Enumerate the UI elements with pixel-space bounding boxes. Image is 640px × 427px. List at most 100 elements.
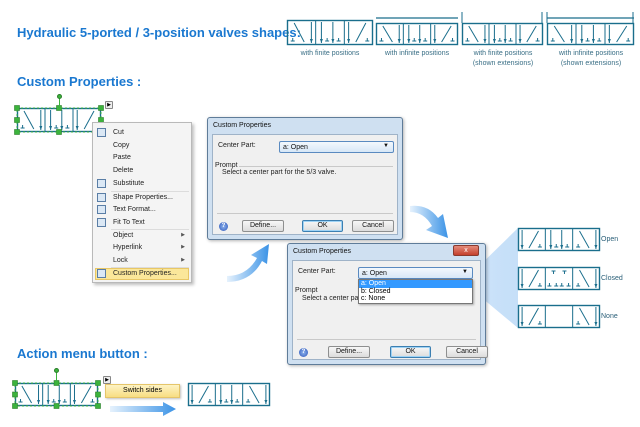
arrow-head <box>72 400 76 404</box>
flow-arrow <box>579 230 590 249</box>
valve-body <box>14 382 99 407</box>
chevron-down-icon: ▼ <box>462 269 468 275</box>
valve-body <box>187 382 271 407</box>
arrow-head <box>518 39 522 43</box>
define-button[interactable]: Define... <box>328 346 370 358</box>
rotation-handle[interactable] <box>54 368 59 373</box>
variant-closed-label: Closed <box>601 275 623 282</box>
flow-arrow <box>355 22 367 43</box>
arrow-head <box>570 39 574 43</box>
valve-infinite-extensions <box>546 12 635 46</box>
menu-item-paste[interactable]: Paste <box>113 154 131 161</box>
action-menu-button[interactable]: ▶ <box>103 376 111 384</box>
variant-open-label: Open <box>601 236 619 243</box>
flow-arrow <box>21 385 33 404</box>
arrow-head <box>580 39 584 43</box>
heading-custom-properties: Custom Properties : <box>17 74 142 89</box>
heading-valve-shapes: Hydraulic 5-ported / 3-position valves s… <box>17 25 301 40</box>
arrow-head <box>331 39 335 43</box>
text-format-icon <box>97 205 106 214</box>
help-icon[interactable]: ? <box>219 222 228 231</box>
arrow-head <box>520 284 524 288</box>
flow-arrow <box>80 385 92 404</box>
help-icon[interactable]: ? <box>299 348 308 357</box>
switch-sides-menu-item[interactable]: Switch sides <box>105 384 180 398</box>
scissors-icon <box>97 128 106 137</box>
menu-item-object[interactable]: Object <box>113 232 133 239</box>
arrow-head <box>347 39 351 43</box>
arrow-head <box>560 245 564 249</box>
arrow-head <box>264 400 268 404</box>
arrow-head <box>49 126 53 130</box>
caption-4: with infinite positions (shown extensions… <box>558 50 624 67</box>
arrow-head <box>607 39 611 43</box>
menu-item-text-format[interactable]: Text Format... <box>113 206 156 213</box>
valve-body <box>375 22 459 46</box>
menu-item-substitute[interactable]: Substitute <box>113 180 144 187</box>
caption-1: with finite positions <box>300 50 360 57</box>
center-part-label: Center Part: <box>298 268 336 275</box>
prompt-text: Select a center part f <box>302 295 367 302</box>
custom-properties-dialog: Custom Properties Center Part: a: Open ▼ … <box>207 117 403 240</box>
chevron-down-icon: ▼ <box>383 143 389 149</box>
flow-arrow <box>468 25 479 43</box>
menu-item-delete[interactable]: Delete <box>113 167 133 174</box>
selected-valve-action[interactable] <box>12 380 101 409</box>
arrow-head <box>492 39 496 43</box>
arrow-head <box>230 400 234 404</box>
submenu-arrow-icon: ▶ <box>181 257 185 263</box>
heading-action-menu: Action menu button : <box>17 346 148 361</box>
action-menu-button[interactable]: ▶ <box>105 101 113 109</box>
flow-arrow <box>553 25 565 43</box>
valve-finite <box>286 19 374 46</box>
menu-item-lock[interactable]: Lock <box>113 257 128 264</box>
valve-closed <box>517 266 601 291</box>
context-menu: Cut Copy Paste Delete Substitute Shape Proper… <box>92 122 192 283</box>
flow-arrow <box>249 385 260 404</box>
flow-arrow-1 <box>227 244 269 282</box>
selected-valve[interactable] <box>14 105 104 135</box>
menu-item-copy[interactable]: Copy <box>113 142 129 149</box>
menu-item-cut[interactable]: Cut <box>113 129 124 136</box>
ok-button[interactable]: OK <box>302 220 343 232</box>
custom-properties-dialog-open: Custom Properties x Center Part: a: Open… <box>287 243 488 365</box>
dialog-title: Custom Properties <box>213 122 271 129</box>
flow-arrow <box>579 269 590 288</box>
submenu-arrow-icon: ▶ <box>181 232 185 238</box>
cancel-button[interactable]: Cancel <box>352 220 394 232</box>
define-button[interactable]: Define... <box>242 220 284 232</box>
arrow-head <box>483 39 487 43</box>
arrow-head <box>219 400 223 404</box>
menu-item-fit-to-text[interactable]: Fit To Text <box>113 219 145 226</box>
center-part-options: a: Open b: Closed c: None <box>358 279 473 304</box>
prompt-label: Prompt <box>215 162 238 169</box>
arrow-head <box>407 39 411 43</box>
option-none[interactable]: c: None <box>359 295 472 303</box>
flow-arrow <box>579 307 590 326</box>
caption-2: with infinite positions <box>384 50 450 57</box>
valve-finite-extensions <box>461 12 544 46</box>
close-button[interactable]: x <box>453 245 479 256</box>
rotation-handle[interactable] <box>57 94 62 99</box>
arrow-head <box>39 126 43 130</box>
ok-button[interactable]: OK <box>390 346 431 358</box>
center-part-select[interactable]: a: Open ▼ <box>279 141 394 153</box>
arrow-head <box>594 284 598 288</box>
arrow-head <box>520 245 524 249</box>
valve-body <box>517 304 601 329</box>
arrow-head <box>591 39 595 43</box>
option-closed[interactable]: b: Closed <box>359 288 472 296</box>
menu-item-hyperlink[interactable]: Hyperlink <box>113 244 142 251</box>
flow-arrow <box>528 307 539 326</box>
option-open[interactable]: a: Open <box>359 280 472 288</box>
menu-item-shape-properties[interactable]: Shape Properties... <box>113 194 173 201</box>
arrow-head <box>503 39 507 43</box>
center-part-select[interactable]: a: Open ▼ <box>358 267 473 279</box>
flow-arrow <box>23 110 35 130</box>
arrow-head <box>75 126 79 130</box>
cancel-button[interactable]: Cancel <box>446 346 488 358</box>
menu-item-custom-properties[interactable]: Custom Properties... <box>113 270 177 277</box>
arrow-head <box>520 322 524 326</box>
valve-body <box>16 107 102 133</box>
arrow-head <box>190 400 194 404</box>
